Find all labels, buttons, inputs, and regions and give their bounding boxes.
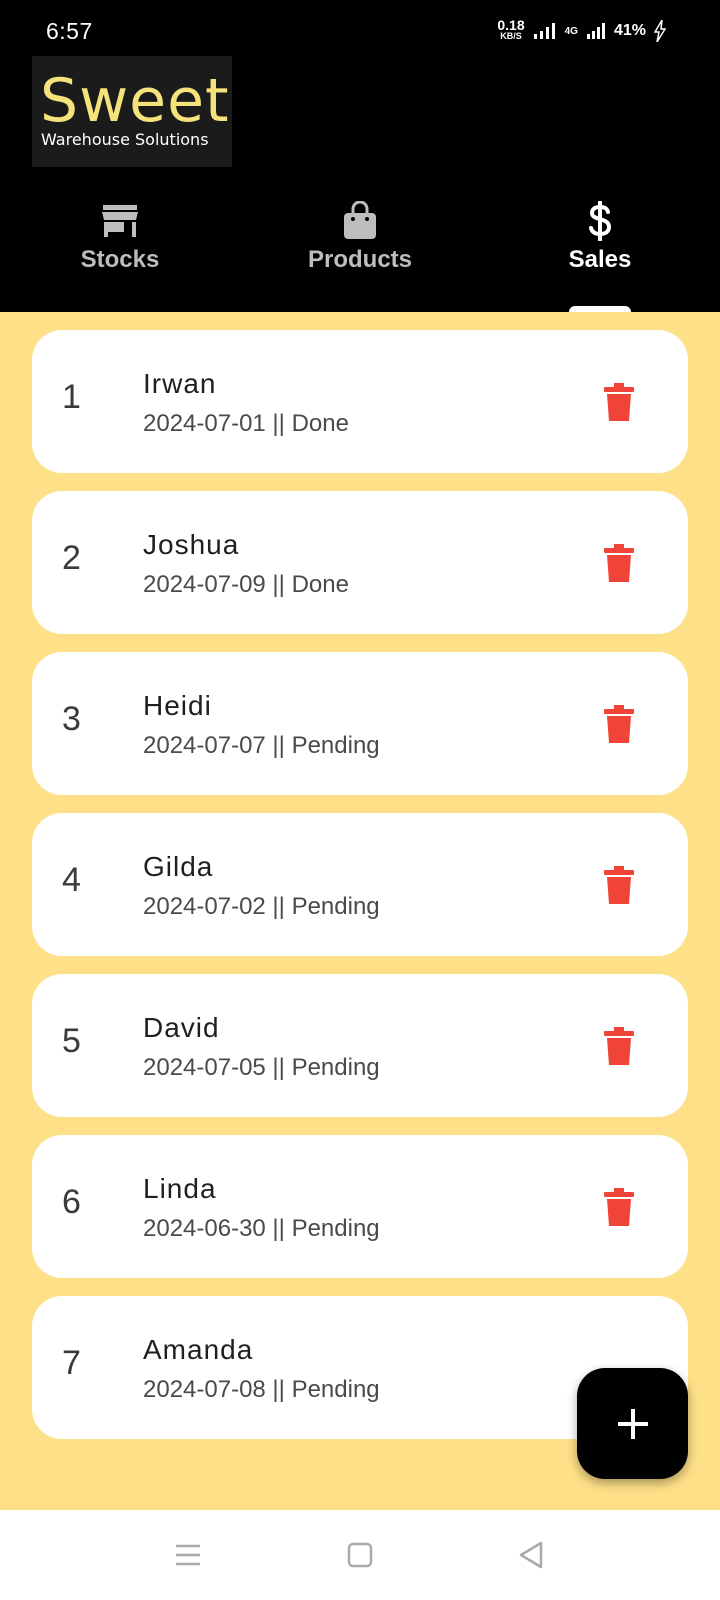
sale-index: 5 xyxy=(62,1022,81,1060)
system-nav-bar xyxy=(0,1510,720,1600)
sale-index: 2 xyxy=(62,539,81,577)
customer-name: Amanda xyxy=(143,1334,254,1365)
customer-name: David xyxy=(143,1012,220,1043)
store-icon xyxy=(100,200,140,242)
home-icon[interactable] xyxy=(343,1538,377,1572)
battery-level: 41% xyxy=(613,22,646,39)
sale-card[interactable]: 6 Linda 2024-06-30 || Pending xyxy=(32,1135,688,1278)
sales-list: 1 Irwan 2024-07-01 || Done 2 Joshua 2024… xyxy=(0,312,720,1510)
logo-subtitle: Warehouse Solutions xyxy=(41,130,209,149)
sale-date-status: 2024-07-07 || Pending xyxy=(143,732,380,759)
status-indicators: 0.18 KB/S 4G 41% xyxy=(497,17,666,42)
plus-icon xyxy=(617,1408,648,1439)
customer-name: Joshua xyxy=(143,529,240,560)
net-speed-value: 0.18 xyxy=(497,17,525,33)
network-type: 4G xyxy=(564,25,578,37)
trash-icon[interactable] xyxy=(604,383,634,421)
menu-icon[interactable] xyxy=(171,1538,205,1572)
trash-icon[interactable] xyxy=(604,866,634,904)
sale-card[interactable]: 5 David 2024-07-05 || Pending xyxy=(32,974,688,1117)
sale-card[interactable]: 3 Heidi 2024-07-07 || Pending xyxy=(32,652,688,795)
dollar-icon xyxy=(586,200,614,242)
tab-sales[interactable]: Sales xyxy=(480,192,720,312)
sale-date-status: 2024-06-30 || Pending xyxy=(143,1215,380,1242)
trash-icon[interactable] xyxy=(604,1188,634,1226)
app-header: Sweet Warehouse Solutions Stocks Product… xyxy=(0,56,720,312)
net-speed: 0.18 KB/S xyxy=(497,17,525,42)
sale-date-status: 2024-07-01 || Done xyxy=(143,410,349,437)
trash-icon[interactable] xyxy=(604,544,634,582)
trash-icon[interactable] xyxy=(604,705,634,743)
back-icon[interactable] xyxy=(514,1538,548,1572)
status-bar: 6:57 0.18 KB/S 4G 41% xyxy=(0,0,720,56)
app-logo: Sweet Warehouse Solutions xyxy=(32,56,232,167)
customer-name: Gilda xyxy=(143,851,214,882)
charging-icon xyxy=(654,20,666,42)
sale-index: 7 xyxy=(62,1344,81,1382)
tab-stocks[interactable]: Stocks xyxy=(0,192,240,312)
sale-card[interactable]: 2 Joshua 2024-07-09 || Done xyxy=(32,491,688,634)
trash-icon[interactable] xyxy=(604,1027,634,1065)
tab-sales-label: Sales xyxy=(568,246,632,273)
signal-icon xyxy=(533,23,555,39)
sale-date-status: 2024-07-02 || Pending xyxy=(143,893,380,920)
status-time: 6:57 xyxy=(46,18,93,44)
tab-bar: Stocks Products Sales xyxy=(0,192,720,312)
tab-stocks-label: Stocks xyxy=(80,246,160,273)
sale-index: 6 xyxy=(62,1183,81,1221)
sale-index: 1 xyxy=(62,378,81,416)
customer-name: Irwan xyxy=(143,368,217,399)
sale-card[interactable]: 1 Irwan 2024-07-01 || Done xyxy=(32,330,688,473)
net-speed-unit: KB/S xyxy=(500,31,522,41)
customer-name: Linda xyxy=(143,1173,217,1204)
sale-card[interactable]: 4 Gilda 2024-07-02 || Pending xyxy=(32,813,688,956)
sale-date-status: 2024-07-08 || Pending xyxy=(143,1376,380,1403)
shopping-bag-icon xyxy=(342,200,378,242)
logo-title: Sweet xyxy=(40,66,230,136)
sale-index: 4 xyxy=(62,861,81,899)
customer-name: Heidi xyxy=(143,690,212,721)
signal-icon-2 xyxy=(586,23,605,39)
sale-index: 3 xyxy=(62,700,81,738)
add-sale-button[interactable] xyxy=(577,1368,688,1479)
sale-date-status: 2024-07-09 || Done xyxy=(143,571,349,598)
sale-date-status: 2024-07-05 || Pending xyxy=(143,1054,380,1081)
tab-products[interactable]: Products xyxy=(240,192,480,312)
tab-products-label: Products xyxy=(307,246,412,273)
